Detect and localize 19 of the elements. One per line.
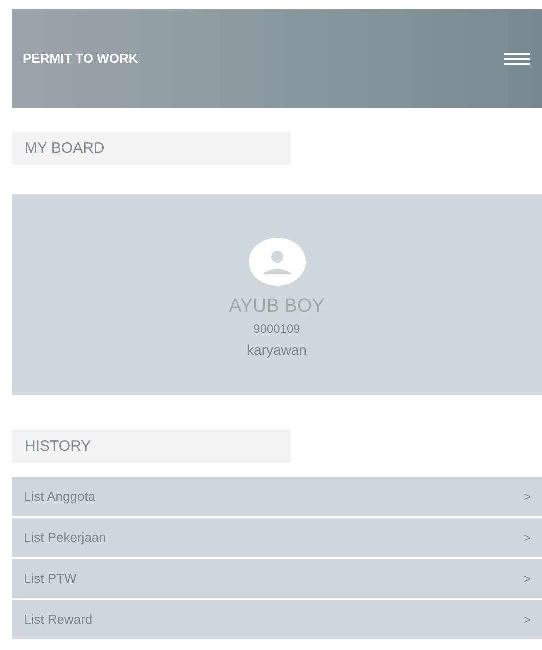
- chevron-icon: >: [524, 490, 531, 504]
- chevron-icon: >: [524, 530, 531, 544]
- chevron-icon: >: [524, 572, 531, 586]
- history-list-item[interactable]: List Reward >: [12, 600, 542, 639]
- item-label: List Anggota: [24, 489, 96, 504]
- item-label: List Pekerjaan: [24, 530, 106, 545]
- chevron-icon: >: [524, 612, 531, 626]
- item-label: List Reward: [24, 612, 93, 627]
- section-heading: HISTORY: [12, 430, 291, 463]
- app-title: PERMIT TO WORK: [23, 51, 138, 66]
- history-list-item[interactable]: List Pekerjaan >: [12, 518, 542, 557]
- menu-icon[interactable]: [504, 52, 530, 64]
- history-list-item[interactable]: List PTW >: [12, 559, 542, 598]
- user-id: 9000109: [254, 322, 300, 336]
- item-label: List PTW: [24, 571, 77, 586]
- section-heading: MY BOARD: [12, 132, 291, 165]
- user-avatar-icon: [248, 238, 306, 286]
- history-list-item[interactable]: List Anggota >: [12, 477, 542, 516]
- user-role: karyawan: [247, 342, 307, 358]
